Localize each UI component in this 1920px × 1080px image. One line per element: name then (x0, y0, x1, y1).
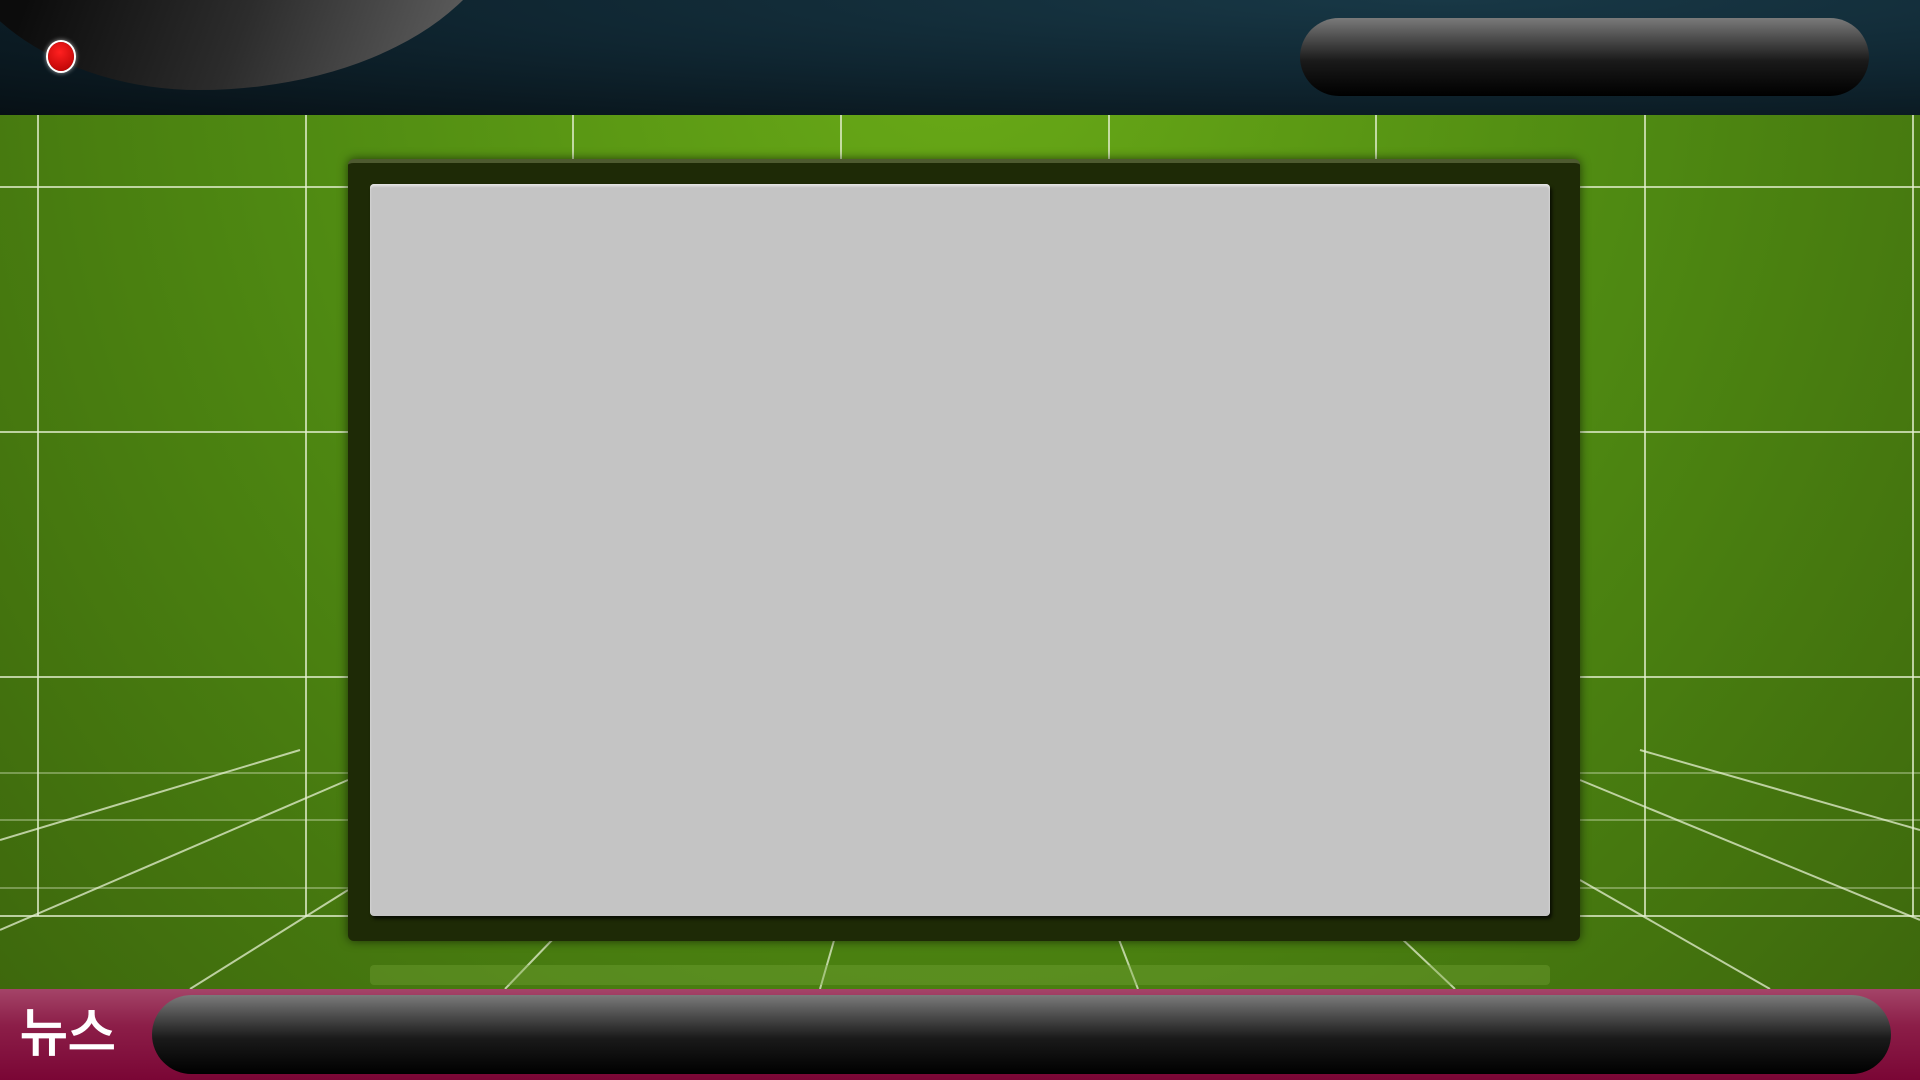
top-bar (0, 0, 1920, 115)
ticker-pill (152, 995, 1891, 1074)
logo-swoosh (0, 0, 510, 90)
floor-reflection (370, 965, 1550, 985)
red-dot-icon (48, 42, 74, 71)
broadcast-scene: 뉴스 (0, 0, 1920, 1080)
news-label: 뉴스 (20, 1004, 116, 1064)
video-screen (370, 184, 1550, 916)
title-pill (1300, 18, 1869, 96)
